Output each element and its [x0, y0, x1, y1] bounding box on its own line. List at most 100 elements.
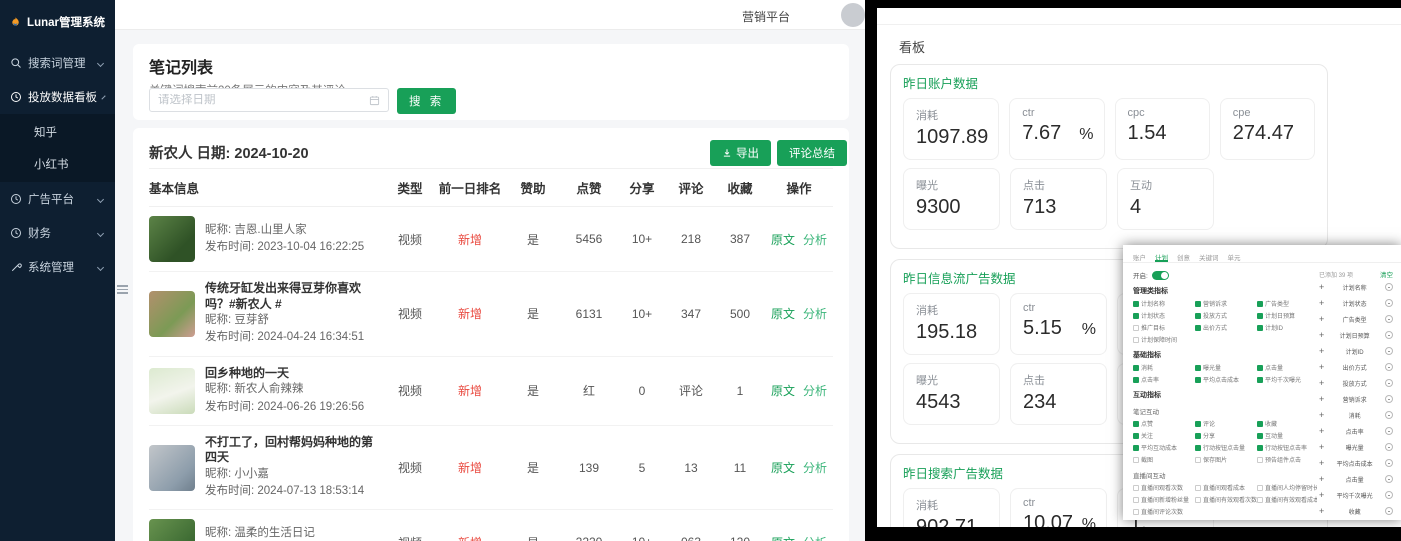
plus-icon[interactable]: +: [1319, 346, 1324, 356]
avatar[interactable]: [841, 3, 865, 27]
checkbox[interactable]: [1257, 377, 1263, 383]
analyze-link[interactable]: 分析: [803, 382, 827, 399]
plus-icon[interactable]: +: [1319, 362, 1324, 372]
original-link[interactable]: 原文: [771, 534, 795, 541]
metric-checkbox-item[interactable]: 计划状态: [1133, 311, 1195, 320]
checkbox[interactable]: [1133, 421, 1139, 427]
checkbox[interactable]: [1195, 301, 1201, 307]
checkbox[interactable]: [1195, 313, 1201, 319]
minus-circle-icon[interactable]: [1385, 299, 1393, 307]
minus-circle-icon[interactable]: [1385, 379, 1393, 387]
checkbox[interactable]: [1257, 365, 1263, 371]
minus-circle-icon[interactable]: [1385, 347, 1393, 355]
sidebar-item-data-dashboard[interactable]: 投放数据看板: [0, 80, 115, 114]
metric-checkbox-item[interactable]: 分享: [1195, 431, 1257, 440]
checkbox[interactable]: [1195, 433, 1201, 439]
minus-circle-icon[interactable]: [1385, 491, 1393, 499]
checkbox[interactable]: [1257, 457, 1263, 463]
sidebar-subitem-zhihu[interactable]: 知乎: [0, 116, 115, 148]
note-thumbnail[interactable]: [149, 216, 195, 262]
minus-circle-icon[interactable]: [1385, 363, 1393, 371]
plus-icon[interactable]: +: [1319, 442, 1324, 452]
checkbox[interactable]: [1133, 445, 1139, 451]
plus-icon[interactable]: +: [1319, 410, 1324, 420]
checkbox[interactable]: [1257, 445, 1263, 451]
enable-toggle[interactable]: [1152, 271, 1169, 280]
metric-checkbox-item[interactable]: 出价方式: [1195, 323, 1257, 332]
checkbox[interactable]: [1133, 497, 1139, 503]
note-thumbnail[interactable]: [149, 368, 195, 414]
checkbox[interactable]: [1195, 325, 1201, 331]
original-link[interactable]: 原文: [771, 231, 795, 248]
settings-tab[interactable]: 关键词: [1199, 252, 1219, 262]
note-thumbnail[interactable]: [149, 445, 195, 491]
plus-icon[interactable]: +: [1319, 490, 1324, 500]
checkbox[interactable]: [1133, 509, 1139, 515]
metric-checkbox-item[interactable]: 收藏: [1257, 419, 1317, 428]
checkbox[interactable]: [1257, 485, 1263, 491]
checkbox[interactable]: [1195, 497, 1201, 503]
metric-checkbox-item[interactable]: 点赞: [1133, 419, 1195, 428]
metric-checkbox-item[interactable]: 消耗: [1133, 363, 1195, 372]
minus-circle-icon[interactable]: [1385, 507, 1393, 515]
analyze-link[interactable]: 分析: [803, 231, 827, 248]
checkbox[interactable]: [1257, 433, 1263, 439]
plus-icon[interactable]: +: [1319, 330, 1324, 340]
metric-checkbox-item[interactable]: 计划ID: [1257, 323, 1317, 332]
metric-checkbox-item[interactable]: 直播间有效观看成本: [1257, 495, 1317, 504]
minus-circle-icon[interactable]: [1385, 443, 1393, 451]
metric-checkbox-item[interactable]: 计划日预算: [1257, 311, 1317, 320]
metric-checkbox-item[interactable]: 计划保障时间: [1133, 335, 1195, 344]
metric-checkbox-item[interactable]: 点击量: [1257, 363, 1317, 372]
minus-circle-icon[interactable]: [1385, 395, 1393, 403]
metric-checkbox-item[interactable]: 直播间新增粉丝量: [1133, 495, 1195, 504]
minus-circle-icon[interactable]: [1385, 475, 1393, 483]
settings-tab[interactable]: 计划: [1155, 252, 1168, 262]
plus-icon[interactable]: +: [1319, 506, 1324, 516]
plus-icon[interactable]: +: [1319, 458, 1324, 468]
plus-icon[interactable]: +: [1319, 314, 1324, 324]
note-thumbnail[interactable]: [149, 519, 195, 541]
checkbox[interactable]: [1133, 433, 1139, 439]
analyze-link[interactable]: 分析: [803, 534, 827, 541]
checkbox[interactable]: [1257, 497, 1263, 503]
checkbox[interactable]: [1133, 325, 1139, 331]
clear-button[interactable]: 清空: [1380, 269, 1393, 279]
checkbox[interactable]: [1133, 313, 1139, 319]
checkbox[interactable]: [1133, 377, 1139, 383]
checkbox[interactable]: [1195, 377, 1201, 383]
metric-checkbox-item[interactable]: 预告组件点击: [1257, 455, 1317, 464]
minus-circle-icon[interactable]: [1385, 459, 1393, 467]
analyze-link[interactable]: 分析: [803, 305, 827, 322]
date-input[interactable]: [158, 94, 369, 106]
checkbox[interactable]: [1257, 313, 1263, 319]
metric-checkbox-item[interactable]: 计划名称: [1133, 299, 1195, 308]
checkbox[interactable]: [1195, 457, 1201, 463]
minus-circle-icon[interactable]: [1385, 315, 1393, 323]
metric-checkbox-item[interactable]: 直播间有效观看次数: [1195, 495, 1257, 504]
metric-checkbox-item[interactable]: 投放方式: [1195, 311, 1257, 320]
analyze-link[interactable]: 分析: [803, 459, 827, 476]
minus-circle-icon[interactable]: [1385, 411, 1393, 419]
metric-checkbox-item[interactable]: 平均千次曝光: [1257, 375, 1317, 384]
metric-checkbox-item[interactable]: 营销诉求: [1195, 299, 1257, 308]
metric-checkbox-item[interactable]: 行动按钮点击率: [1257, 443, 1317, 452]
metric-checkbox-item[interactable]: 平均互动成本: [1133, 443, 1195, 452]
sidebar-item-search-terms[interactable]: 搜索词管理: [0, 46, 115, 80]
plus-icon[interactable]: +: [1319, 394, 1324, 404]
settings-tab[interactable]: 创意: [1177, 252, 1190, 262]
checkbox[interactable]: [1195, 445, 1201, 451]
plus-icon[interactable]: +: [1319, 298, 1324, 308]
sidebar-collapse-icon[interactable]: [117, 283, 128, 296]
date-picker[interactable]: [149, 88, 389, 112]
metric-checkbox-item[interactable]: 曝光量: [1195, 363, 1257, 372]
checkbox[interactable]: [1195, 365, 1201, 371]
export-button[interactable]: 导出: [710, 140, 771, 166]
original-link[interactable]: 原文: [771, 382, 795, 399]
metric-checkbox-item[interactable]: 直播间评论次数: [1133, 507, 1195, 516]
sidebar-item-ad-platform[interactable]: 广告平台: [0, 182, 115, 216]
checkbox[interactable]: [1195, 421, 1201, 427]
checkbox[interactable]: [1257, 325, 1263, 331]
checkbox[interactable]: [1195, 485, 1201, 491]
minus-circle-icon[interactable]: [1385, 283, 1393, 291]
